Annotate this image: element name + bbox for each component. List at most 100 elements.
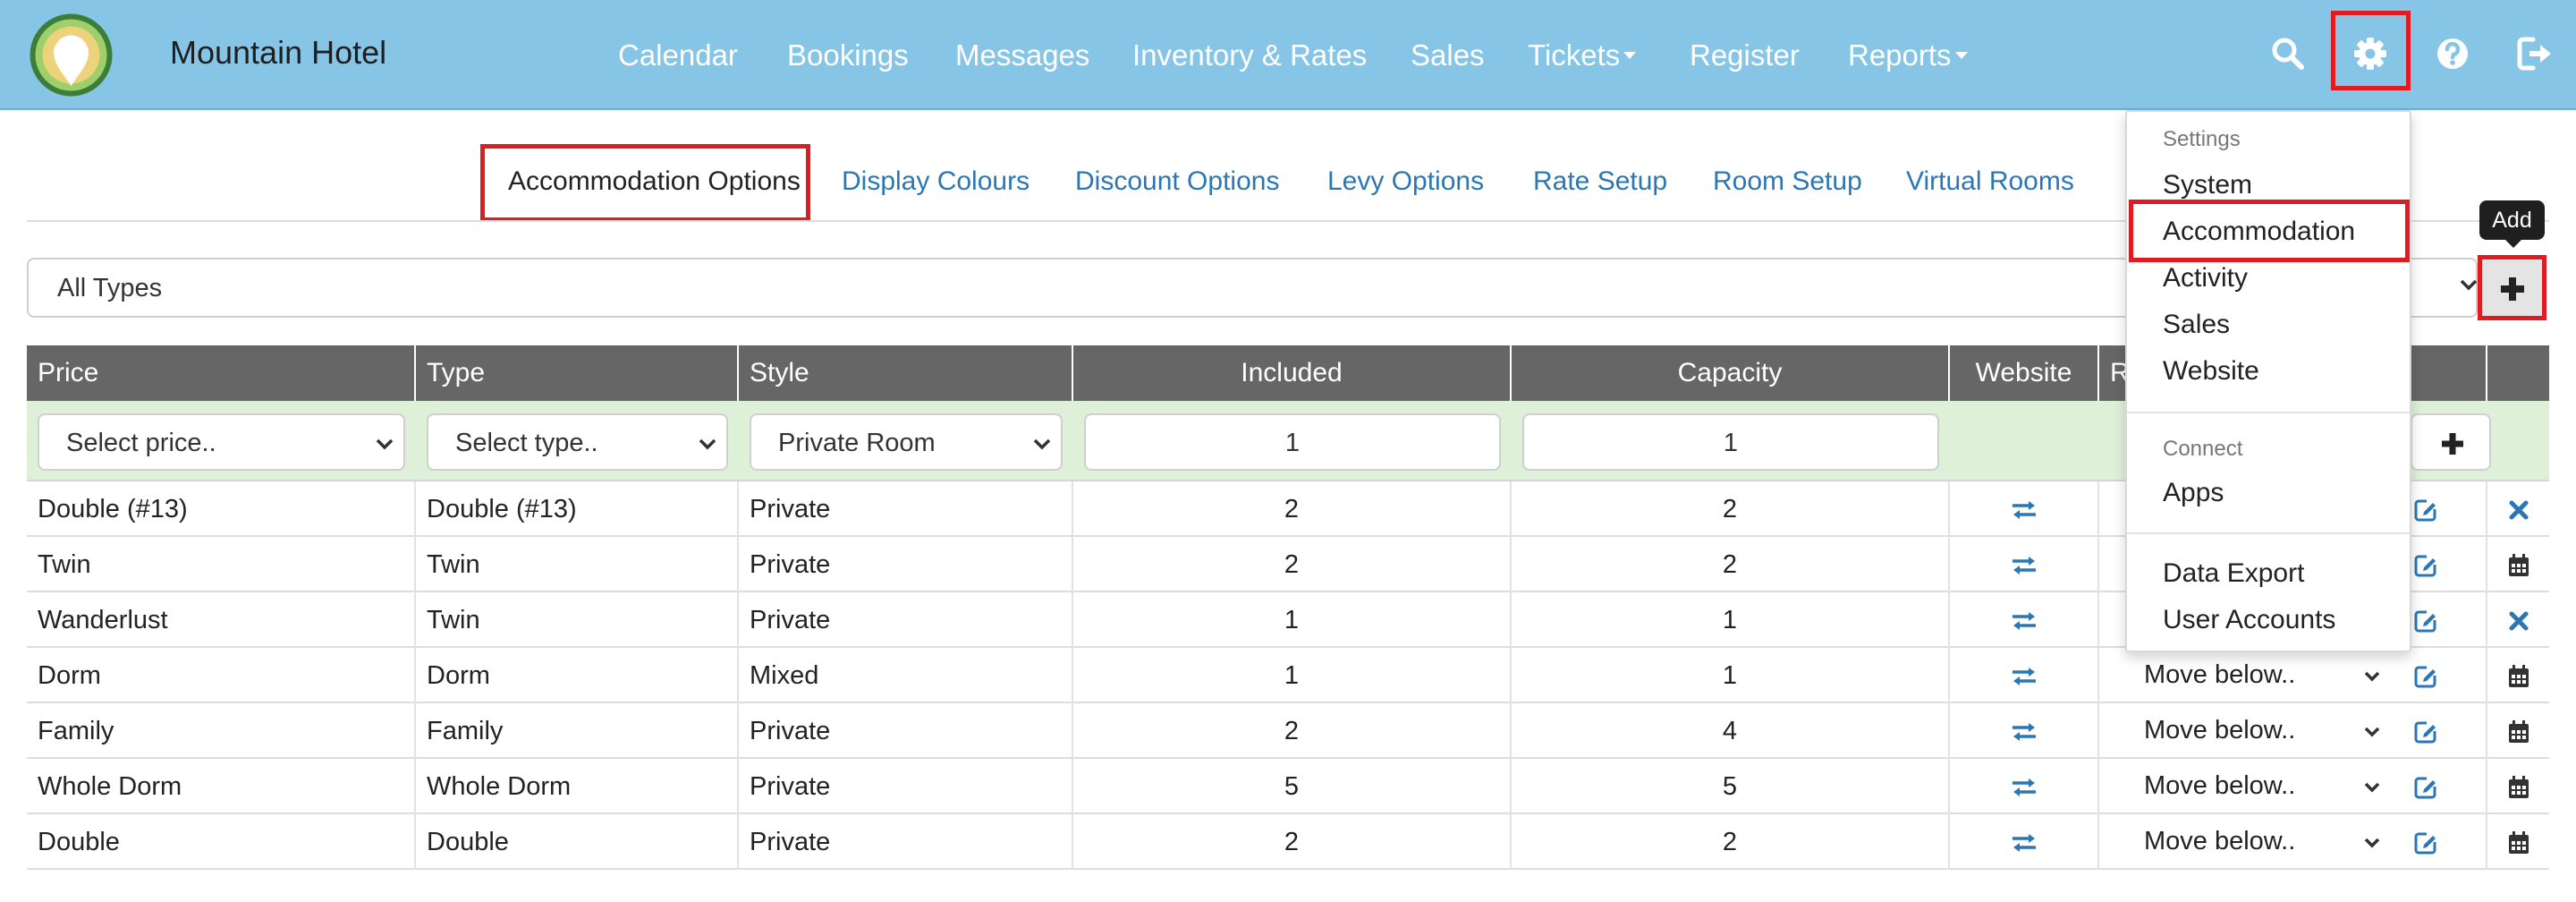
- edit-icon: [2414, 721, 2436, 744]
- included-cell: 1: [1073, 592, 1512, 648]
- included-cell: 1: [1073, 648, 1512, 703]
- tab-room-setup[interactable]: Room Setup: [1713, 166, 1862, 197]
- price-filter-select[interactable]: Select price..: [38, 413, 405, 471]
- price-cell: Family: [27, 703, 416, 759]
- active-tab-highlight: [480, 144, 810, 222]
- logout-icon[interactable]: [2515, 34, 2555, 73]
- calendar-icon: [2508, 554, 2529, 577]
- col-capacity[interactable]: Capacity: [1512, 345, 1950, 401]
- menu-item-system[interactable]: System: [2163, 170, 2252, 200]
- nav-tickets[interactable]: Tickets: [1528, 0, 1637, 110]
- website-cell[interactable]: [1950, 592, 2099, 648]
- edit-icon: [2414, 832, 2436, 855]
- menu-item-apps[interactable]: Apps: [2163, 478, 2224, 508]
- nav-sales[interactable]: Sales: [1411, 0, 1485, 110]
- price-cell: Double (#13): [27, 481, 416, 537]
- tab-display-colours[interactable]: Display Colours: [842, 166, 1030, 197]
- delete-icon: [2509, 500, 2528, 520]
- swap-icon: [2012, 723, 2036, 742]
- table-row: Dorm Dorm Mixed 1 1 Move below..: [27, 648, 2549, 703]
- action-cell[interactable]: [2487, 648, 2549, 703]
- swap-icon: [2012, 501, 2036, 520]
- delete-icon: [2509, 611, 2528, 631]
- style-cell: Private: [739, 814, 1073, 870]
- calendar-icon: [2508, 720, 2529, 744]
- tab-rate-setup[interactable]: Rate Setup: [1533, 166, 1667, 197]
- price-cell: Double: [27, 814, 416, 870]
- style-select[interactable]: Private Room: [750, 413, 1063, 471]
- nav-calendar[interactable]: Calendar: [618, 0, 738, 110]
- reorder-select[interactable]: Move below..: [2126, 814, 2392, 870]
- included-cell: 2: [1073, 703, 1512, 759]
- website-cell[interactable]: [1950, 703, 2099, 759]
- top-navbar: Mountain Hotel Calendar Bookings Message…: [0, 0, 2576, 110]
- website-cell[interactable]: [1950, 759, 2099, 814]
- menu-item-website[interactable]: Website: [2163, 356, 2259, 387]
- col-included[interactable]: Included: [1073, 345, 1512, 401]
- price-cell: Twin: [27, 537, 416, 592]
- add-button[interactable]: [2478, 255, 2546, 320]
- edit-icon: [2414, 610, 2436, 633]
- nav-messages[interactable]: Messages: [955, 0, 1089, 110]
- edit-cell[interactable]: [2365, 703, 2487, 759]
- action-cell[interactable]: [2487, 481, 2549, 537]
- edit-cell[interactable]: [2365, 648, 2487, 703]
- menu-item-sales[interactable]: Sales: [2163, 310, 2230, 340]
- reorder-select[interactable]: Move below..: [2126, 703, 2392, 759]
- website-cell[interactable]: [1950, 814, 2099, 870]
- search-icon[interactable]: [2268, 34, 2308, 73]
- nav-inventory-rates[interactable]: Inventory & Rates: [1132, 0, 1367, 110]
- edit-cell[interactable]: [2365, 759, 2487, 814]
- menu-divider: [2127, 532, 2410, 534]
- price-cell: Dorm: [27, 648, 416, 703]
- chevron-down-icon: [1033, 438, 1051, 450]
- style-cell: Private: [739, 759, 1073, 814]
- included-cell: 5: [1073, 759, 1512, 814]
- chevron-down-icon: [2460, 279, 2478, 291]
- plus-icon: [2442, 433, 2463, 455]
- action-cell[interactable]: [2487, 537, 2549, 592]
- brand-name[interactable]: Mountain Hotel: [170, 34, 386, 72]
- included-input[interactable]: 1: [1084, 413, 1501, 471]
- nav-register[interactable]: Register: [1690, 0, 1800, 110]
- add-row-button[interactable]: [2411, 413, 2491, 471]
- action-cell[interactable]: [2487, 814, 2549, 870]
- col-style[interactable]: Style: [739, 345, 1073, 401]
- type-cell: Twin: [416, 592, 739, 648]
- help-icon[interactable]: [2433, 34, 2472, 73]
- website-cell[interactable]: [1950, 648, 2099, 703]
- action-cell[interactable]: [2487, 759, 2549, 814]
- col-type[interactable]: Type: [416, 345, 739, 401]
- type-cell: Double (#13): [416, 481, 739, 537]
- action-cell[interactable]: [2487, 592, 2549, 648]
- settings-header: Settings: [2163, 127, 2241, 151]
- type-filter-select[interactable]: All Types: [27, 258, 2478, 318]
- swap-icon: [2012, 834, 2036, 853]
- capacity-input[interactable]: 1: [1522, 413, 1939, 471]
- style-cell: Mixed: [739, 648, 1073, 703]
- col-price[interactable]: Price: [27, 345, 416, 401]
- nav-reports[interactable]: Reports: [1848, 0, 1968, 110]
- type-select[interactable]: Select type..: [427, 413, 728, 471]
- website-cell[interactable]: [1950, 537, 2099, 592]
- capacity-cell: 1: [1512, 648, 1950, 703]
- menu-item-activity[interactable]: Activity: [2163, 263, 2248, 294]
- edit-icon: [2414, 555, 2436, 577]
- reorder-select[interactable]: Move below..: [2126, 759, 2392, 814]
- reorder-select[interactable]: Move below..: [2126, 648, 2392, 703]
- hotel-logo[interactable]: [29, 13, 114, 98]
- menu-item-data-export[interactable]: Data Export: [2163, 558, 2304, 589]
- col-website[interactable]: Website: [1950, 345, 2099, 401]
- edit-cell[interactable]: [2365, 814, 2487, 870]
- website-cell[interactable]: [1950, 481, 2099, 537]
- tab-levy-options[interactable]: Levy Options: [1327, 166, 1484, 197]
- tab-discount-options[interactable]: Discount Options: [1075, 166, 1279, 197]
- menu-item-user-accounts[interactable]: User Accounts: [2163, 605, 2335, 635]
- action-cell[interactable]: [2487, 703, 2549, 759]
- add-tooltip: Add: [2479, 200, 2545, 248]
- tab-virtual-rooms[interactable]: Virtual Rooms: [1906, 166, 2074, 197]
- nav-bookings[interactable]: Bookings: [787, 0, 909, 110]
- style-cell: Private: [739, 592, 1073, 648]
- capacity-cell: 1: [1512, 592, 1950, 648]
- nav-reports-label: Reports: [1848, 38, 1952, 72]
